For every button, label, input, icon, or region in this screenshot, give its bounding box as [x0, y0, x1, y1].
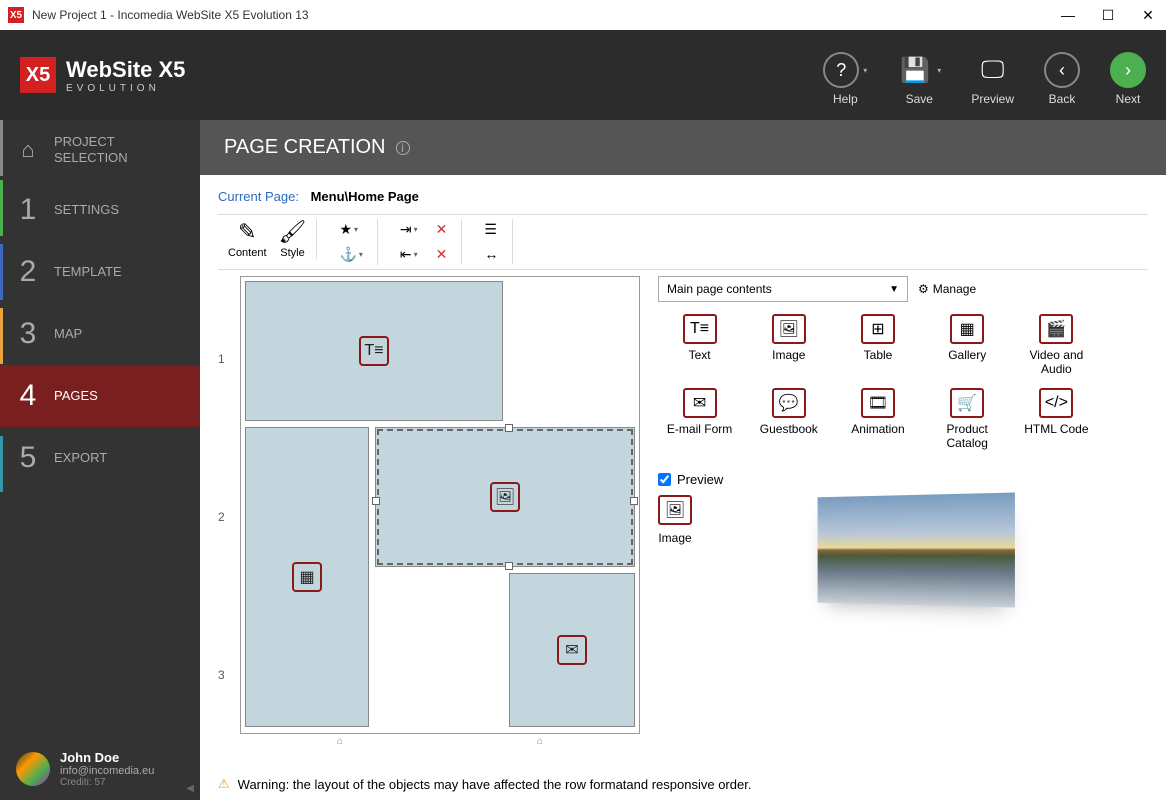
sidebar: ⌂ PROJECT SELECTION 1 SETTINGS 2 TEMPLAT… — [0, 120, 200, 800]
sidebar-item-export[interactable]: 5 EXPORT — [0, 427, 200, 489]
back-icon: ‹ — [1044, 52, 1080, 88]
text-icon: T≡ — [359, 336, 389, 366]
gallery-icon: ▦ — [292, 562, 322, 592]
text-icon: T≡ — [683, 314, 717, 344]
object-gallery[interactable]: ▦Gallery — [926, 314, 1009, 378]
user-email: info@incomedia.eu — [60, 765, 154, 777]
window-titlebar: X5 New Project 1 - Incomedia WebSite X5 … — [0, 0, 1166, 30]
cell-image-selected[interactable]: 🖼 — [375, 427, 635, 567]
page-title: PAGE CREATION — [224, 136, 386, 159]
row-delete-button[interactable]: ✕ — [432, 219, 452, 240]
warning-icon: ⚠ — [218, 776, 230, 792]
column-marker-icon: ⌂ — [537, 736, 543, 747]
row-format-button[interactable]: ☰ — [480, 219, 502, 240]
chevron-down-icon: ▼ — [889, 284, 899, 295]
object-email-form[interactable]: ✉E-mail Form — [658, 388, 741, 452]
current-page-label: Current Page: — [218, 189, 299, 204]
row-label: 2 — [218, 510, 232, 524]
cell-gallery[interactable]: ▦ — [245, 427, 369, 727]
object-animation[interactable]: 🎞Animation — [836, 388, 919, 452]
content-icon: ✎ — [238, 219, 256, 245]
current-page-value: Menu\Home Page — [311, 189, 419, 204]
preview-button[interactable]: 🖵 Preview — [971, 52, 1014, 106]
preview-icon: 🖵 — [975, 52, 1011, 88]
avatar — [16, 752, 50, 786]
user-name: John Doe — [60, 750, 154, 765]
gallery-icon: ▦ — [950, 314, 984, 344]
preview-checkbox[interactable]: Preview — [658, 472, 1148, 487]
warning-text: Warning: the layout of the objects may h… — [238, 777, 752, 792]
cell-text[interactable]: T≡ — [245, 281, 503, 421]
page-header: PAGE CREATION i — [200, 120, 1166, 175]
column-marker-icon: ⌂ — [337, 736, 343, 747]
logo-icon: X5 — [20, 57, 56, 93]
sidebar-item-template[interactable]: 2 TEMPLATE — [0, 241, 200, 303]
gear-icon: ⚙ — [918, 282, 929, 296]
video-icon: 🎬 — [1039, 314, 1073, 344]
back-button[interactable]: ‹ Back — [1044, 52, 1080, 106]
sidebar-item-project-selection[interactable]: ⌂ PROJECT SELECTION — [0, 120, 200, 179]
minimize-button[interactable]: — — [1058, 7, 1078, 24]
home-icon: ⌂ — [16, 137, 40, 163]
next-button[interactable]: › Next — [1110, 52, 1146, 106]
close-button[interactable]: ✕ — [1138, 7, 1158, 24]
row-label: 3 — [218, 668, 232, 682]
table-icon: ⊞ — [861, 314, 895, 344]
sidebar-user: John Doe info@incomedia.eu Crediti: 57 — [0, 738, 200, 800]
object-video-audio[interactable]: 🎬Video and Audio — [1015, 314, 1098, 378]
cell-email[interactable]: ✉ — [509, 573, 635, 727]
save-button[interactable]: 💾▾ Save — [897, 52, 941, 106]
user-credits: Crediti: 57 — [60, 777, 154, 788]
style-button[interactable]: 🖌 Style — [279, 219, 307, 259]
content-button[interactable]: ✎ Content — [228, 219, 267, 259]
preview-image — [818, 493, 1015, 608]
save-icon: 💾 — [897, 52, 933, 88]
image-icon: 🖼 — [658, 495, 692, 525]
app-icon: X5 — [8, 7, 24, 23]
cart-icon: 🛒 — [950, 388, 984, 418]
sidebar-item-settings[interactable]: 1 SETTINGS — [0, 179, 200, 241]
guestbook-icon: 💬 — [772, 388, 806, 418]
object-html-code[interactable]: </>HTML Code — [1015, 388, 1098, 452]
layout-grid[interactable]: T≡ ▦ 🖼 — [240, 276, 640, 734]
info-icon[interactable]: i — [396, 141, 410, 155]
content-category-select[interactable]: Main page contents ▼ — [658, 276, 908, 302]
favorite-button[interactable]: ★▾ — [335, 219, 366, 240]
row-insert-button[interactable]: ⇥▾ — [396, 219, 422, 240]
row-label: 1 — [218, 352, 232, 366]
anchor-button[interactable]: ⚓▾ — [335, 244, 366, 265]
sidebar-item-map[interactable]: 3 MAP — [0, 303, 200, 365]
window-title: New Project 1 - Incomedia WebSite X5 Evo… — [32, 8, 1058, 22]
image-icon: 🖼 — [772, 314, 806, 344]
style-icon: 🖌 — [279, 219, 307, 245]
animation-icon: 🎞 — [861, 388, 895, 418]
object-table[interactable]: ⊞Table — [836, 314, 919, 378]
app-header: X5 WebSite X5 EVOLUTION ?▾ Help 💾▾ Save … — [0, 30, 1166, 120]
warning-bar: ⚠ Warning: the layout of the objects may… — [200, 768, 1166, 800]
responsive-button[interactable]: ↔ — [480, 244, 502, 264]
sidebar-collapse[interactable]: ◀ — [186, 783, 194, 794]
sidebar-item-pages[interactable]: 4 PAGES — [0, 365, 200, 427]
preview-selected-object: 🖼 Image — [658, 495, 692, 545]
help-icon: ? — [823, 52, 859, 88]
mail-icon: ✉ — [557, 635, 587, 665]
code-icon: </> — [1039, 388, 1073, 418]
col-delete-button[interactable]: ✕ — [432, 244, 452, 265]
mail-icon: ✉ — [683, 388, 717, 418]
brand-sub: EVOLUTION — [66, 83, 185, 94]
maximize-button[interactable]: ☐ — [1098, 7, 1118, 24]
object-image[interactable]: 🖼Image — [747, 314, 830, 378]
object-text[interactable]: T≡Text — [658, 314, 741, 378]
col-insert-button[interactable]: ⇤▾ — [396, 244, 422, 265]
manage-button[interactable]: ⚙ Manage — [918, 282, 976, 296]
object-guestbook[interactable]: 💬Guestbook — [747, 388, 830, 452]
next-icon: › — [1110, 52, 1146, 88]
toolbar: ✎ Content 🖌 Style ★▾ ⚓▾ ⇥▾ ✕ — [218, 214, 1148, 270]
brand-name: WebSite X5 — [66, 57, 185, 83]
help-button[interactable]: ?▾ Help — [823, 52, 867, 106]
image-icon: 🖼 — [490, 482, 520, 512]
object-product-catalog[interactable]: 🛒Product Catalog — [926, 388, 1009, 452]
